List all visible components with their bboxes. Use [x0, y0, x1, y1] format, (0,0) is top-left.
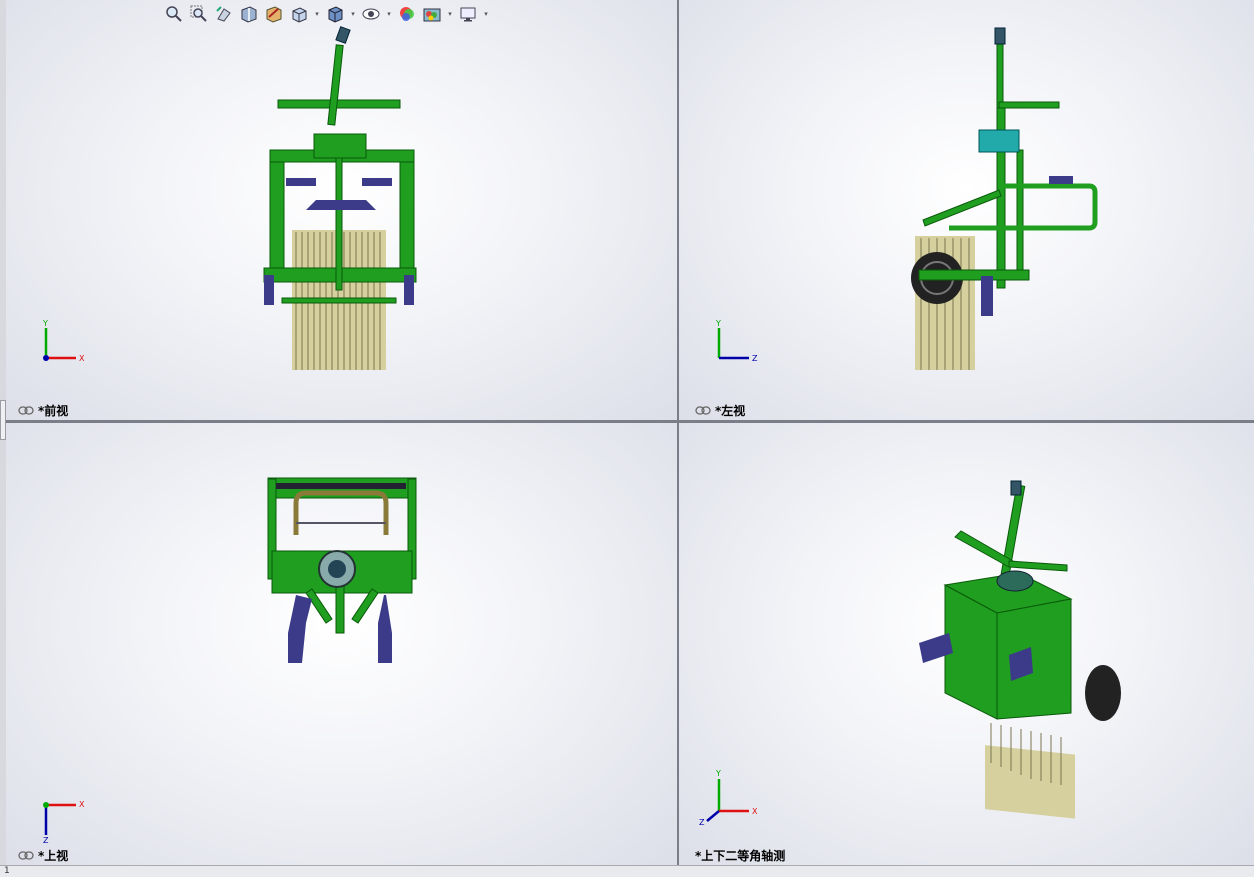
view-settings-icon[interactable] [457, 3, 479, 25]
svg-text:Z: Z [699, 818, 705, 827]
vertical-divider[interactable] [677, 0, 679, 865]
view-link-icon[interactable] [18, 851, 34, 860]
axis-triad-front: Y X [42, 319, 85, 363]
previous-view-icon[interactable] [213, 3, 235, 25]
status-bar-text: 1 [4, 866, 10, 876]
svg-text:Y: Y [715, 319, 721, 328]
svg-text:Z: Z [43, 836, 49, 843]
chevron-down-icon[interactable]: ▾ [482, 3, 490, 25]
view-label-top: *上视 [18, 847, 68, 864]
view-link-icon[interactable] [18, 406, 34, 415]
view-label-left: *左视 [695, 402, 745, 419]
svg-text:Y: Y [715, 769, 721, 778]
view-name: *上下二等角轴测 [695, 849, 786, 863]
zoom-to-fit-icon[interactable] [163, 3, 185, 25]
axis-triad-left: Y Z [715, 319, 758, 363]
viewport-top[interactable]: X Z *上视 [6, 423, 677, 865]
view-name: *左视 [715, 404, 746, 418]
dynamic-annotation-views-icon[interactable] [263, 3, 285, 25]
zoom-to-area-icon[interactable] [188, 3, 210, 25]
chevron-down-icon[interactable]: ▾ [385, 3, 393, 25]
view-link-icon[interactable] [695, 406, 711, 415]
axis-triad-isometric: Y X Z [699, 769, 758, 827]
display-style-icon[interactable] [324, 3, 346, 25]
chevron-down-icon[interactable]: ▾ [313, 3, 321, 25]
heads-up-view-toolbar: ▾ ▾ ▾ ▾ ▾ [163, 2, 490, 26]
viewport-isometric[interactable]: Y X Z *上下二等角轴测 [679, 423, 1254, 865]
viewport-front[interactable]: Y X *前视 [6, 0, 677, 420]
view-label-front: *前视 [18, 402, 68, 419]
chevron-down-icon[interactable]: ▾ [349, 3, 357, 25]
section-view-icon[interactable] [238, 3, 260, 25]
svg-text:X: X [79, 800, 85, 809]
top-model [267, 477, 417, 663]
view-orientation-icon[interactable] [288, 3, 310, 25]
axis-triad-top: X Z [43, 800, 85, 843]
chevron-down-icon[interactable]: ▾ [446, 3, 454, 25]
view-name: *前视 [38, 404, 69, 418]
svg-text:X: X [752, 807, 758, 816]
left-model [911, 27, 1098, 370]
view-name: *上视 [38, 849, 69, 863]
svg-text:Z: Z [752, 354, 758, 363]
front-model [263, 26, 417, 370]
hide-show-items-icon[interactable] [360, 3, 382, 25]
svg-text:Y: Y [42, 319, 48, 328]
edit-appearance-icon[interactable] [396, 3, 418, 25]
view-label-isometric: *上下二等角轴测 [695, 847, 785, 864]
svg-text:X: X [79, 354, 85, 363]
viewport-left[interactable]: Y Z *左视 [679, 0, 1254, 420]
apply-scene-icon[interactable] [421, 3, 443, 25]
status-bar: 1 [0, 865, 1254, 877]
horizontal-divider[interactable] [6, 420, 1254, 423]
